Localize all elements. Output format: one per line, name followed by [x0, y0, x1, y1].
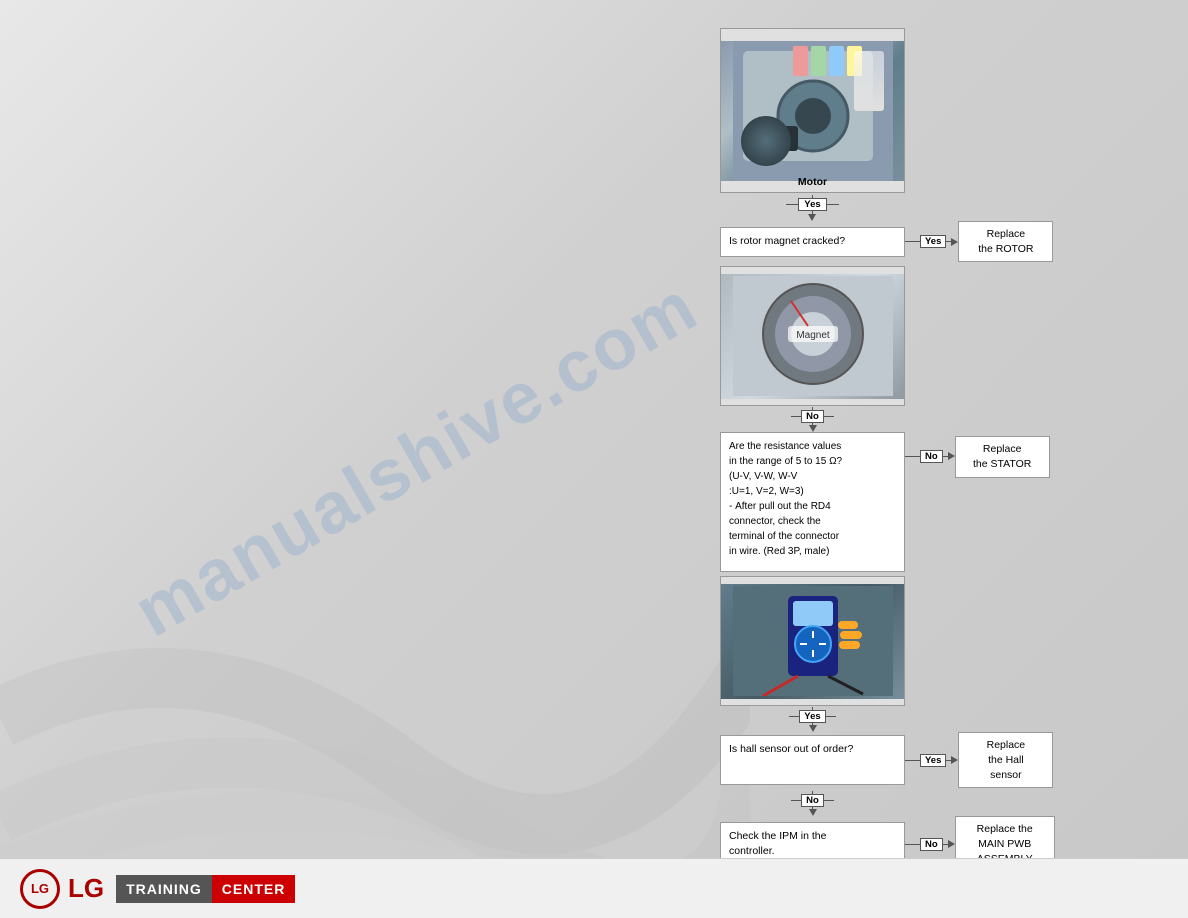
step4-yes-connector: Yes [905, 735, 958, 785]
center-label: CENTER [212, 875, 296, 903]
step3-q1: Are the resistance values [729, 441, 841, 452]
step4-question-box: Is hall sensor out of order? [720, 735, 905, 785]
meter-svg [733, 586, 893, 696]
step3-no-connector: No [905, 446, 955, 466]
step5-no-label: No [920, 838, 943, 851]
step3-action-text: Replacethe STATOR [973, 443, 1031, 470]
motor-image-box: Motor [720, 28, 905, 193]
step4-action-text: Replacethe Hallsensor [987, 739, 1026, 780]
step2-action-box: Replacethe ROTOR [958, 221, 1053, 262]
step2-question-text: Is rotor magnet cracked? [729, 235, 845, 247]
motor-image [721, 41, 904, 181]
motor-label: Motor [721, 176, 904, 188]
step4-action-box: Replacethe Hallsensor [958, 732, 1053, 788]
step3-flow-row: Are the resistance values in the range o… [720, 432, 1050, 572]
lg-logo: LG [20, 869, 60, 909]
step5-q2: controller. [729, 845, 775, 857]
step2-container: Is rotor magnet cracked? Yes Replacethe … [720, 221, 1150, 432]
step2-no-connector: No [720, 406, 905, 432]
step4-yes-label: Yes [920, 754, 946, 767]
step2-yes-connector: Yes [905, 227, 958, 257]
lg-brand-text: LG [68, 873, 104, 904]
step3-q7: terminal of the connector [729, 531, 839, 542]
step2-no-label: No [801, 410, 824, 423]
step3-image-container [720, 576, 905, 706]
step5-q1: Check the IPM in the [729, 830, 826, 842]
step3-no-label: No [920, 450, 943, 463]
meter-image [721, 584, 904, 699]
watermark: manualshive.com [121, 265, 711, 653]
step2-image-container: Magnet [720, 266, 905, 406]
training-label: TRAINING [116, 875, 212, 903]
step3-q3: (U-V, V-W, W-V [729, 471, 797, 482]
step1-container: Motor Yes [720, 28, 905, 221]
motor-svg [733, 41, 893, 181]
rotor-image: Magnet [721, 274, 904, 399]
rotor-svg: Magnet [733, 276, 893, 396]
step2-image-box: Magnet [720, 266, 905, 406]
step3-q5: - After pull out the RD4 [729, 501, 831, 512]
lg-logo-text: LG [31, 881, 49, 896]
footer: LG LG TRAINING CENTER [0, 858, 1188, 918]
step3-yes-label: Yes [799, 710, 825, 723]
step1-yes-label: Yes [798, 198, 826, 211]
step3-yes-connector: Yes [720, 706, 905, 732]
step4-no-label: No [801, 794, 824, 807]
step4-flow-row: Is hall sensor out of order? Yes Replace… [720, 732, 1053, 788]
svg-text:Magnet: Magnet [796, 330, 830, 341]
flowchart-container: Motor Yes Is rotor magnet cracked? Yes [720, 28, 1150, 873]
step3-question-box: Are the resistance values in the range o… [720, 432, 905, 572]
step3-action-box: Replacethe STATOR [955, 436, 1050, 477]
step2-yes-label: Yes [920, 235, 946, 248]
background-decoration [0, 318, 750, 918]
step2-flow-row: Is rotor magnet cracked? Yes Replacethe … [720, 221, 1053, 262]
step3-container: Are the resistance values in the range o… [720, 432, 1150, 732]
step3-q2: in the range of 5 to 15 Ω? [729, 456, 842, 467]
step3-image-box [720, 576, 905, 706]
step4-question-text: Is hall sensor out of order? [729, 743, 853, 755]
step3-q6: connector, check the [729, 516, 821, 527]
step3-q8: in wire. (Red 3P, male) [729, 546, 829, 557]
step4-no-connector: No [720, 790, 905, 816]
step1-arrow: Yes [786, 193, 838, 221]
step2-action-text: Replacethe ROTOR [978, 228, 1033, 255]
step3-q4: :U=1, V=2, W=3) [729, 486, 804, 497]
step4-container: Is hall sensor out of order? Yes Replace… [720, 732, 1150, 816]
step2-question-box: Is rotor magnet cracked? [720, 227, 905, 257]
